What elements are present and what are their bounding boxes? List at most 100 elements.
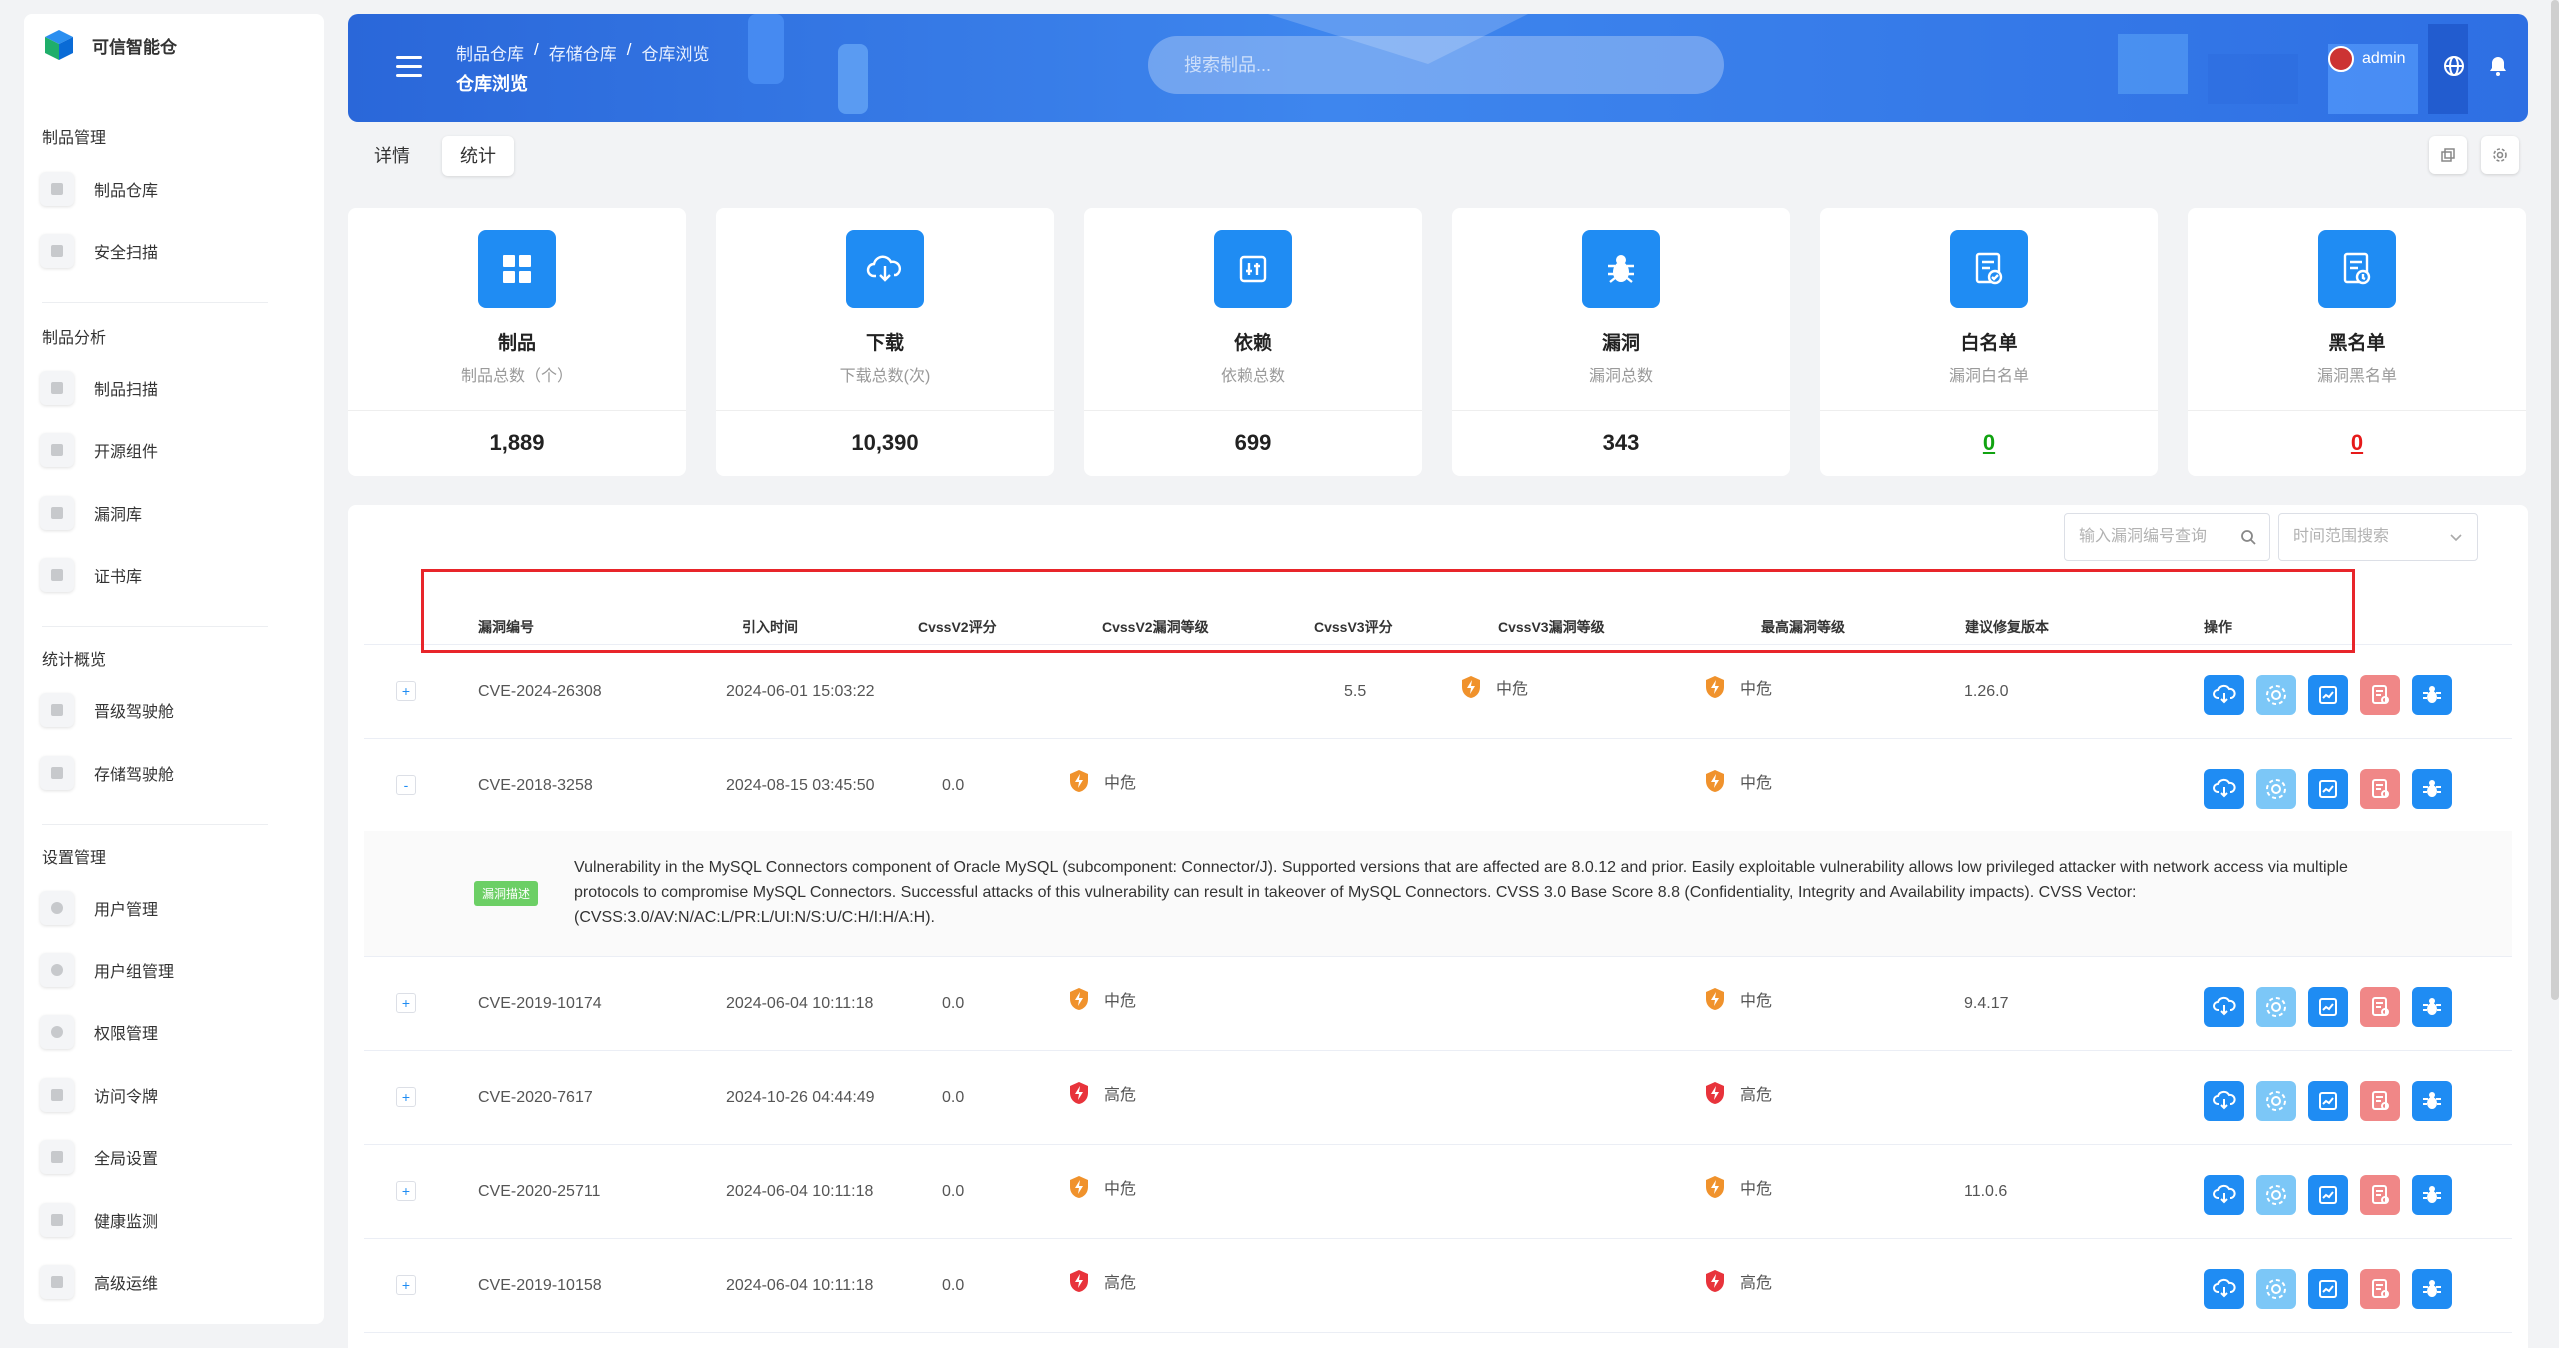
- user-menu[interactable]: admin: [2328, 46, 2406, 72]
- introduced-time: 2024-08-15 03:45:50: [726, 777, 875, 794]
- expand-toggle[interactable]: +: [396, 1087, 416, 1107]
- sidebar-item-global-settings[interactable]: 全局设置: [40, 1135, 280, 1179]
- chart-button[interactable]: [2308, 1081, 2348, 1121]
- vulnerability-button[interactable]: [2412, 1269, 2452, 1309]
- section-title-artifact-management: 制品管理: [42, 130, 107, 147]
- table-header: 漏洞编号 引入时间 CvssV2评分 CvssV2漏洞等级 CvssV3评分 C…: [364, 575, 2512, 645]
- report-button[interactable]: [2360, 1081, 2400, 1121]
- card-divider: [2188, 410, 2526, 411]
- sidebar-item-health-monitor[interactable]: 健康监测: [40, 1198, 280, 1242]
- vulnerability-button[interactable]: [2412, 769, 2452, 809]
- sidebar-item-user-group-management[interactable]: 用户组管理: [40, 948, 280, 992]
- download-button[interactable]: [2204, 1175, 2244, 1215]
- row-actions: [2204, 769, 2452, 809]
- component-button[interactable]: [2256, 675, 2296, 715]
- download-button[interactable]: [2204, 1081, 2244, 1121]
- sidebar-item-access-token[interactable]: 访问令牌: [40, 1073, 280, 1117]
- stat-value-link[interactable]: 0: [1820, 430, 2158, 456]
- report-button[interactable]: [2360, 1269, 2400, 1309]
- expand-toggle[interactable]: +: [396, 1181, 416, 1201]
- stat-card-dependencies[interactable]: 依赖 依赖总数 699: [1084, 208, 1422, 476]
- component-button[interactable]: [2256, 987, 2296, 1027]
- sidebar-item-vulnerability-db[interactable]: 漏洞库: [40, 491, 280, 535]
- report-button[interactable]: [2360, 1175, 2400, 1215]
- download-button[interactable]: [2204, 675, 2244, 715]
- table-row: + CVE-2019-10174 2024-06-04 10:11:18 0.0 中危 中…: [364, 957, 2512, 1051]
- tab-details[interactable]: 详情: [356, 136, 428, 176]
- cvss-v2-level: 高危: [1068, 1081, 1136, 1105]
- stat-title: 制品: [497, 333, 536, 354]
- grid-icon: [40, 172, 74, 206]
- cve-id: CVE-2020-7617: [478, 1089, 593, 1106]
- menu-toggle-button[interactable]: [396, 56, 422, 78]
- vulnerability-button[interactable]: [2412, 675, 2452, 715]
- stat-card-vulnerabilities[interactable]: 漏洞 漏洞总数 343: [1452, 208, 1790, 476]
- date-range-picker[interactable]: 时间范围搜索: [2278, 513, 2478, 561]
- bell-icon[interactable]: [2486, 54, 2510, 78]
- logo-cube-icon: [45, 30, 73, 60]
- stat-card-blacklist[interactable]: 黑名单 漏洞黑名单 0: [2188, 208, 2526, 476]
- component-icon: [2266, 1279, 2286, 1299]
- vulnerability-button[interactable]: [2412, 1081, 2452, 1121]
- download-button[interactable]: [2204, 987, 2244, 1027]
- row-actions: [2204, 1175, 2452, 1215]
- vulnerability-button[interactable]: [2412, 1175, 2452, 1215]
- stat-card-downloads[interactable]: 下载 下载总数(次) 10,390: [716, 208, 1054, 476]
- search-icon[interactable]: [2240, 529, 2256, 545]
- report-button[interactable]: [2360, 769, 2400, 809]
- chart-button[interactable]: [2308, 1269, 2348, 1309]
- report-button[interactable]: [2360, 987, 2400, 1027]
- sidebar-item-security-scan[interactable]: 安全扫描: [40, 229, 280, 273]
- expand-toggle[interactable]: -: [396, 775, 416, 795]
- breadcrumb-item[interactable]: 制品仓库: [456, 40, 524, 65]
- copy-button[interactable]: [2429, 136, 2467, 174]
- stat-value: 343: [1602, 430, 1640, 455]
- page-scrollbar[interactable]: [2551, 0, 2559, 1000]
- stat-card-artifacts[interactable]: 制品 制品总数（个） 1,889: [348, 208, 686, 476]
- expand-toggle[interactable]: +: [396, 993, 416, 1013]
- vulnerability-button[interactable]: [2412, 987, 2452, 1027]
- chart-button[interactable]: [2308, 1175, 2348, 1215]
- sidebar-item-storage-cockpit[interactable]: 存储驾驶舱: [40, 751, 280, 795]
- sidebar-item-artifact-scan[interactable]: 制品扫描: [40, 366, 280, 410]
- sidebar-item-advanced-ops[interactable]: 高级运维: [40, 1260, 280, 1304]
- sidebar-item-promotion-cockpit[interactable]: 晋级驾驶舱: [40, 688, 280, 732]
- sidebar-item-artifact-repository[interactable]: 制品仓库: [40, 167, 280, 211]
- stat-value-link[interactable]: 0: [2188, 430, 2526, 456]
- sidebar-item-open-source-components[interactable]: 开源组件: [40, 428, 280, 472]
- row-actions: [2204, 675, 2452, 715]
- globe-icon[interactable]: [2442, 54, 2466, 78]
- blacklist-icon: [2318, 230, 2396, 308]
- download-button[interactable]: [2204, 769, 2244, 809]
- header-banner: 制品仓库 / 存储仓库 / 仓库浏览 仓库浏览 admin: [348, 14, 2528, 122]
- download-button[interactable]: [2204, 1269, 2244, 1309]
- table-row: + CVE-2024-26308 2024-06-01 15:03:22 5.5 中危 中…: [364, 645, 2512, 739]
- max-level: 高危: [1704, 1269, 1772, 1293]
- chart-button[interactable]: [2308, 987, 2348, 1027]
- component-button[interactable]: [2256, 769, 2296, 809]
- search-input[interactable]: [1148, 36, 1724, 94]
- app-logo[interactable]: 可信智能仓: [42, 28, 177, 62]
- sidebar-item-user-management[interactable]: 用户管理: [40, 886, 280, 930]
- sidebar-item-permission-management[interactable]: 权限管理: [40, 1010, 280, 1054]
- expand-toggle[interactable]: +: [396, 681, 416, 701]
- expand-toggle[interactable]: +: [396, 1275, 416, 1295]
- component-button[interactable]: [2256, 1269, 2296, 1309]
- stat-title: 依赖: [1233, 333, 1272, 354]
- sidebar-item-license-db[interactable]: 证书库: [40, 553, 280, 597]
- chart-icon: [2319, 1186, 2337, 1204]
- component-button[interactable]: [2256, 1081, 2296, 1121]
- chart-icon: [2319, 998, 2337, 1016]
- chart-button[interactable]: [2308, 675, 2348, 715]
- chart-button[interactable]: [2308, 769, 2348, 809]
- settings-button[interactable]: [2481, 136, 2519, 174]
- breadcrumb-item[interactable]: 存储仓库: [549, 40, 617, 65]
- stat-card-whitelist[interactable]: 白名单 漏洞白名单 0: [1820, 208, 2158, 476]
- component-button[interactable]: [2256, 1175, 2296, 1215]
- report-button[interactable]: [2360, 675, 2400, 715]
- table-row: + CVE-2019-10158 2024-06-04 10:11:18 0.0 高危 高…: [364, 1239, 2512, 1333]
- shield-lightning-icon: [1706, 1176, 1724, 1198]
- grid-icon: [478, 230, 556, 308]
- tab-statistics[interactable]: 统计: [442, 136, 514, 176]
- description-tag: 漏洞描述: [474, 881, 539, 906]
